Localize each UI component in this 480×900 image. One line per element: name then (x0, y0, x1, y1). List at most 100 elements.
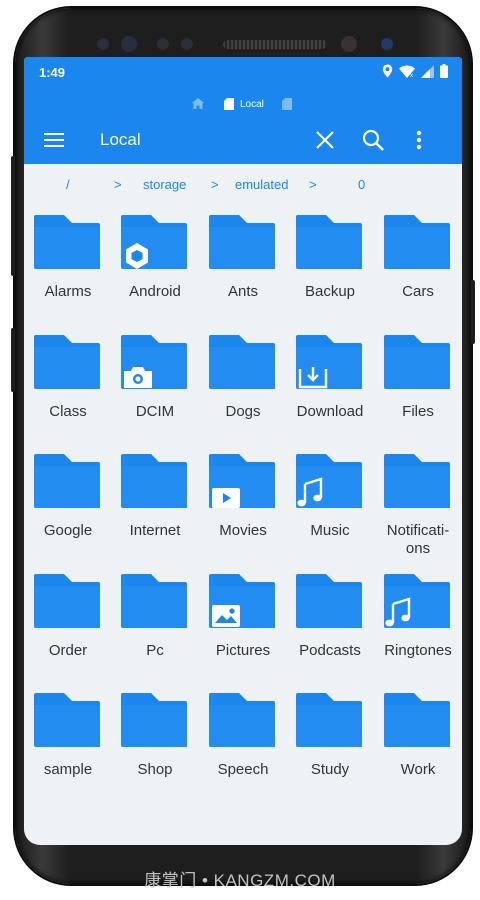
folder-item[interactable]: Music (286, 452, 374, 568)
sensor-icon (181, 38, 193, 50)
volume-button (11, 156, 15, 276)
folder-item[interactable]: Alarms (24, 213, 112, 329)
folder-item[interactable]: Google (24, 452, 112, 568)
folder-label: Work (400, 761, 436, 778)
folder-item[interactable]: DCIM (111, 333, 199, 449)
status-icons: x (382, 64, 448, 78)
folder-item[interactable]: Notificati- ons (374, 452, 462, 568)
tab-local[interactable]: Local (224, 98, 264, 110)
sensor-icon (97, 38, 109, 50)
folder-label: Backup (304, 283, 356, 300)
folder-item[interactable]: Work (374, 691, 462, 807)
music-icon (383, 596, 415, 633)
folder-label: Speech (217, 761, 269, 778)
folder-item[interactable]: Files (374, 333, 462, 449)
folder-label: Order (48, 642, 88, 659)
sensor-icon (381, 38, 393, 50)
breadcrumb-current[interactable]: 0 (358, 177, 365, 192)
folder-icon (121, 574, 187, 628)
tab-home[interactable] (192, 98, 204, 109)
folder-item[interactable]: Cars (374, 213, 462, 329)
folder-label: Music (310, 522, 350, 539)
more-options-icon[interactable] (406, 127, 432, 153)
breadcrumb-separator: > (211, 177, 219, 192)
signal-icon (421, 64, 434, 78)
folder-item[interactable]: sample (24, 691, 112, 807)
watermark: 康掌门 • KANGZM.COM (144, 871, 336, 890)
svg-text:x: x (410, 73, 413, 78)
folder-icon (209, 693, 275, 747)
folder-item[interactable]: Backup (286, 213, 374, 329)
folder-item[interactable]: Ants (199, 213, 287, 329)
breadcrumb-storage[interactable]: storage (143, 177, 186, 192)
folder-item[interactable]: Movies (199, 452, 287, 568)
folder-item[interactable]: Class (24, 333, 112, 449)
folder-item[interactable]: Pc (111, 572, 199, 688)
folder-label: Ants (227, 283, 258, 300)
folder-icon (34, 574, 100, 628)
power-button (471, 280, 475, 344)
camera-icon (122, 364, 154, 395)
breadcrumb: / > storage > emulated > 0 (24, 177, 462, 197)
search-icon[interactable] (360, 127, 386, 153)
folder-label: Cars (402, 283, 434, 300)
android-icon (122, 241, 152, 276)
download-icon (297, 363, 329, 394)
folder-icon (34, 335, 100, 389)
folder-item[interactable]: Speech (199, 691, 287, 807)
menu-icon[interactable] (41, 127, 67, 153)
folder-label: Internet (129, 522, 181, 539)
close-icon[interactable] (312, 127, 338, 153)
bixby-button (11, 328, 15, 392)
folder-icon (34, 215, 100, 269)
home-icon (192, 98, 204, 109)
folder-label: Class (49, 403, 87, 420)
folder-label: Android (129, 283, 181, 300)
tab-storage[interactable] (282, 98, 292, 110)
folder-icon (121, 454, 187, 508)
breadcrumb-separator: > (114, 177, 122, 192)
folder-icon (34, 454, 100, 508)
folder-icon (384, 454, 450, 508)
front-camera-icon (341, 36, 357, 52)
folder-item[interactable]: Study (286, 691, 374, 807)
folder-label: Alarms (44, 283, 92, 300)
folder-label: Movies (219, 522, 267, 539)
app-bar: 1:49 x Local Local (24, 57, 462, 164)
status-bar: 1:49 x (24, 57, 462, 87)
folder-item[interactable]: Shop (111, 691, 199, 807)
folder-icon (34, 693, 100, 747)
folder-label: Study (310, 761, 350, 778)
folder-label: Google (43, 522, 93, 539)
folder-icon (296, 574, 362, 628)
folder-item[interactable]: Pictures (199, 572, 287, 688)
folder-label: Pictures (215, 642, 271, 659)
breadcrumb-root[interactable]: / (66, 177, 70, 192)
sd-card-icon (224, 98, 234, 110)
battery-icon (440, 64, 448, 78)
folder-item[interactable]: Download (286, 333, 374, 449)
breadcrumb-emulated[interactable]: emulated (235, 177, 288, 192)
folder-icon (384, 335, 450, 389)
folder-item[interactable]: Ringtones (374, 572, 462, 688)
folder-icon (209, 215, 275, 269)
folder-label: Pc (146, 642, 164, 659)
window-tabs: Local (24, 98, 462, 118)
picture-icon (210, 603, 242, 634)
page-title: Local (100, 130, 141, 149)
folder-label: Podcasts (299, 642, 361, 659)
folder-item[interactable]: Order (24, 572, 112, 688)
breadcrumb-separator: > (309, 177, 317, 192)
folder-label: Notificati- ons (386, 522, 450, 557)
wifi-icon: x (399, 65, 415, 78)
folder-item[interactable]: Podcasts (286, 572, 374, 688)
folder-label: Dogs (225, 403, 261, 420)
folder-label: Shop (137, 761, 173, 778)
location-icon (382, 64, 393, 78)
folder-item[interactable]: Dogs (199, 333, 287, 449)
folder-item[interactable]: Android (111, 213, 199, 329)
sd-card-icon (282, 98, 292, 110)
status-time: 1:49 (39, 65, 66, 80)
folder-label: Ringtones (384, 642, 452, 659)
folder-item[interactable]: Internet (111, 452, 199, 568)
